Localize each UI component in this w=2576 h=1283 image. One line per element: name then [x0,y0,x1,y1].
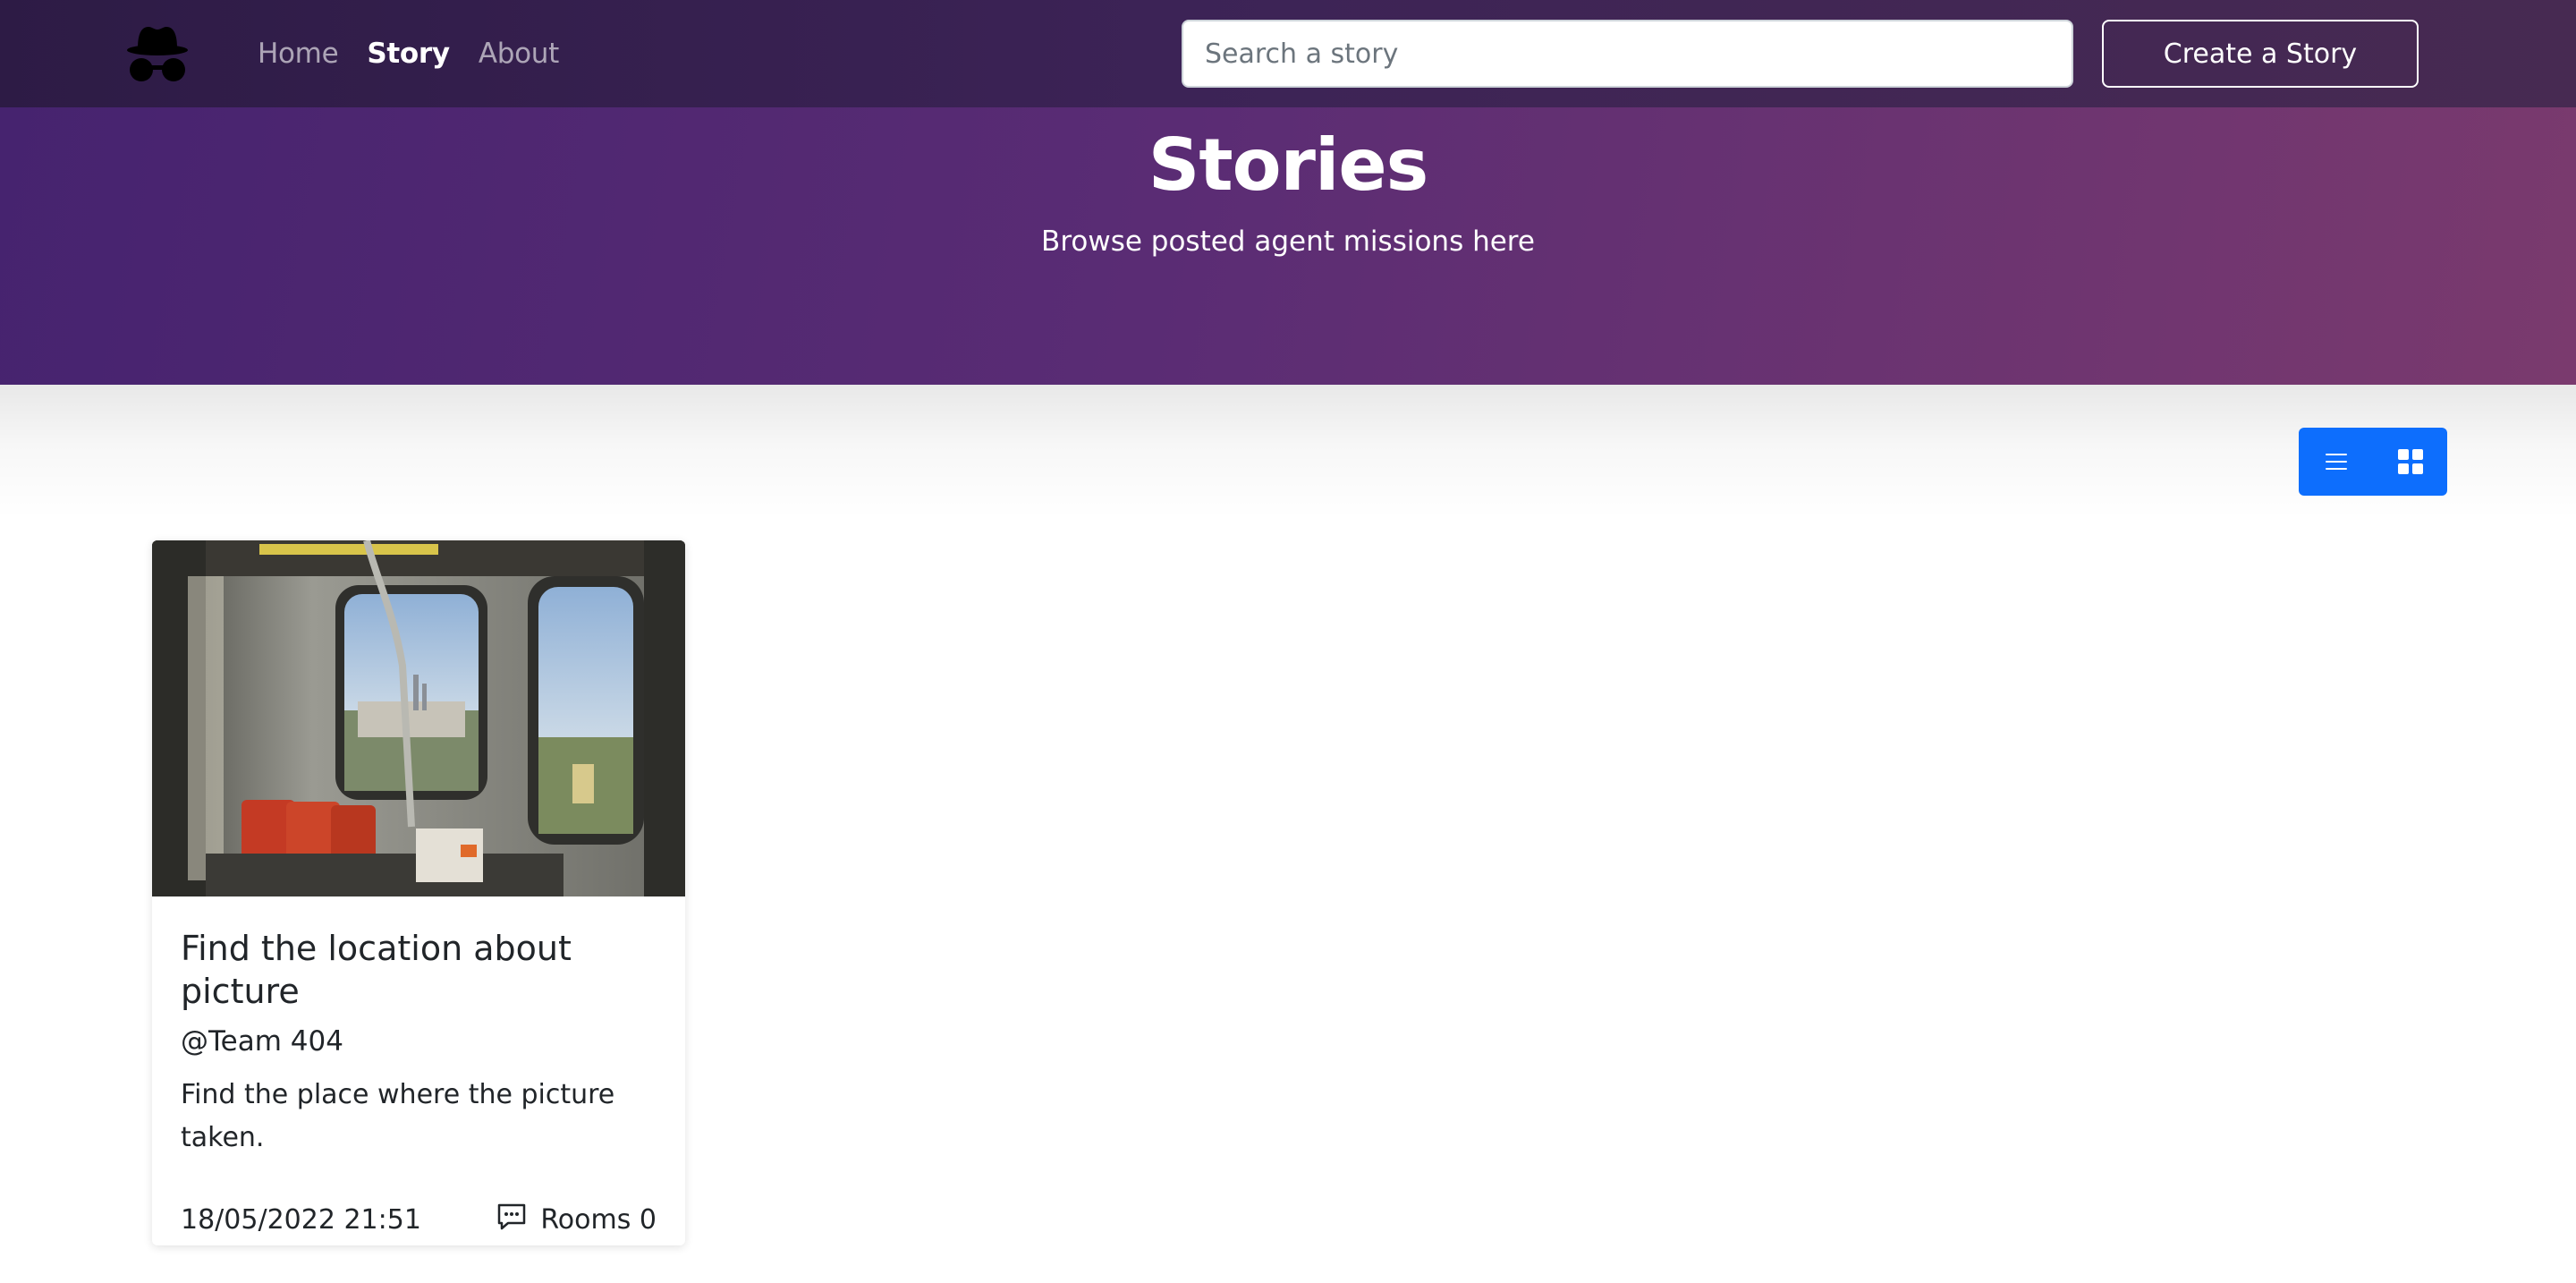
page-subtitle: Browse posted agent missions here [1041,225,1535,258]
story-image [152,540,685,896]
story-date: 18/05/2022 21:51 [181,1204,421,1236]
main-nav: Home Story About [258,0,588,107]
grid-view-button[interactable] [2373,428,2447,496]
story-author: @Team 404 [181,1025,343,1058]
list-view-icon [2325,454,2347,470]
nav-about-link[interactable]: About [479,38,559,70]
story-description: Find the place where the picture taken. [181,1079,615,1153]
hero-shadow [0,385,2576,519]
chat-bubble-icon [498,1203,526,1229]
nav-home-link[interactable]: Home [258,38,339,70]
view-toggle [2299,428,2447,496]
create-story-button[interactable]: Create a Story [2102,20,2419,88]
story-rooms: Rooms 0 [496,1203,657,1236]
hero-banner: Stories Browse posted agent missions her… [0,107,2576,385]
page-title: Stories [1148,123,1429,207]
nav-story-link[interactable]: Story [367,38,450,70]
grid-view-icon [2397,449,2423,474]
spy-incognito-icon[interactable] [125,23,190,84]
story-title[interactable]: Find the location about picture [181,927,664,1013]
list-view-button[interactable] [2299,428,2373,496]
navbar: Home Story About Create a Story [0,0,2576,107]
search-input[interactable] [1182,20,2073,88]
story-card[interactable]: Find the location about picture @Team 40… [152,540,685,1245]
rooms-count: Rooms 0 [540,1204,657,1236]
